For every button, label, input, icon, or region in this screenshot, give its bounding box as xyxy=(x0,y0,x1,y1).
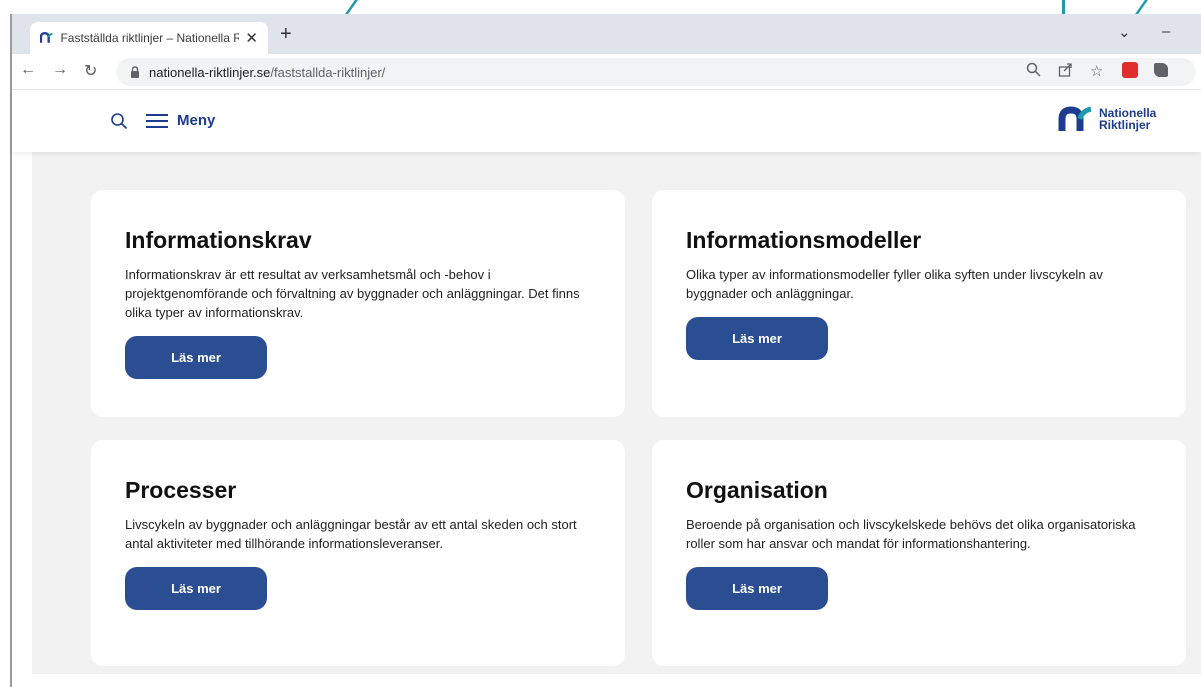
card-title: Informationsmodeller xyxy=(686,227,922,253)
card-title: Processer xyxy=(125,477,237,503)
browser-tab-active[interactable]: Fastställda riktlinjer – Nationella R ✕ xyxy=(30,22,268,54)
card-informationsmodeller: Informationsmodeller Olika typer av info… xyxy=(652,190,1186,417)
share-icon[interactable] xyxy=(1058,62,1073,77)
bookmark-star-icon[interactable]: ☆ xyxy=(1090,62,1103,80)
card-description: Livscykeln av byggnader och anläggningar… xyxy=(125,517,577,551)
page-bottom-edge xyxy=(12,674,1201,687)
card-processer: Processer Livscykeln av byggnader och an… xyxy=(91,440,625,666)
reload-icon[interactable]: ↻ xyxy=(84,61,97,81)
teal-decoration-far-right xyxy=(1135,0,1157,14)
extensions-puzzle-icon[interactable] xyxy=(1154,63,1168,77)
url-path: /faststallda-riktlinjer/ xyxy=(270,64,386,80)
url-text: nationella-riktlinjer.se/faststallda-rik… xyxy=(149,65,385,80)
new-tab-icon[interactable]: + xyxy=(280,23,292,46)
tab-close-icon[interactable]: ✕ xyxy=(245,29,258,47)
card-organisation: Organisation Beroende på organisation oc… xyxy=(652,440,1186,666)
main-content: Informationskrav Informationskrav är ett… xyxy=(32,152,1201,674)
read-more-button[interactable]: Läs mer xyxy=(125,567,267,610)
tab-search-chevron-icon[interactable]: ⌄ xyxy=(1118,23,1131,41)
url-host: nationella-riktlinjer.se xyxy=(149,64,271,80)
teal-decoration-left xyxy=(345,0,367,14)
browser-tab-strip: Fastställda riktlinjer – Nationella R ✕ … xyxy=(12,14,1201,54)
search-icon[interactable] xyxy=(110,112,128,130)
site-header: Meny Nationella Riktlinjer xyxy=(12,90,1201,152)
card-description: Beroende på organisation och livscykelsk… xyxy=(686,517,1136,551)
forward-arrow-icon[interactable]: → xyxy=(52,61,68,79)
card-informationskrav: Informationskrav Informationskrav är ett… xyxy=(91,190,625,417)
card-title: Informationskrav xyxy=(125,227,312,253)
browser-toolbar: ← → ↻ nationella-riktlinjer.se/faststall… xyxy=(12,54,1201,90)
lock-icon xyxy=(131,66,139,78)
read-more-button[interactable]: Läs mer xyxy=(125,336,267,379)
site-logo[interactable]: Nationella Riktlinjer xyxy=(1058,106,1156,132)
zoom-icon[interactable] xyxy=(1026,62,1041,77)
logo-text-line2: Riktlinjer xyxy=(1099,118,1151,132)
tab-title: Fastställda riktlinjer – Nationella R xyxy=(60,31,240,45)
card-description: Olika typer av informationsmodeller fyll… xyxy=(686,267,1103,301)
pdf-extension-icon[interactable] xyxy=(1122,62,1138,78)
card-title: Organisation xyxy=(686,477,828,503)
back-arrow-icon[interactable]: ← xyxy=(20,61,36,79)
teal-decoration-right xyxy=(1062,0,1065,14)
read-more-button[interactable]: Läs mer xyxy=(686,567,828,610)
read-more-button[interactable]: Läs mer xyxy=(686,317,828,360)
nationella-riktlinjer-logo-icon xyxy=(1058,106,1092,131)
card-description: Informationskrav är ett resultat av verk… xyxy=(125,267,580,320)
site-favicon-icon xyxy=(40,32,53,43)
hamburger-menu-icon[interactable] xyxy=(146,113,168,129)
screenshot-frame: Fastställda riktlinjer – Nationella R ✕ … xyxy=(0,0,1201,687)
menu-button[interactable]: Meny xyxy=(177,112,215,129)
minimize-window-icon[interactable]: – xyxy=(1162,23,1170,40)
